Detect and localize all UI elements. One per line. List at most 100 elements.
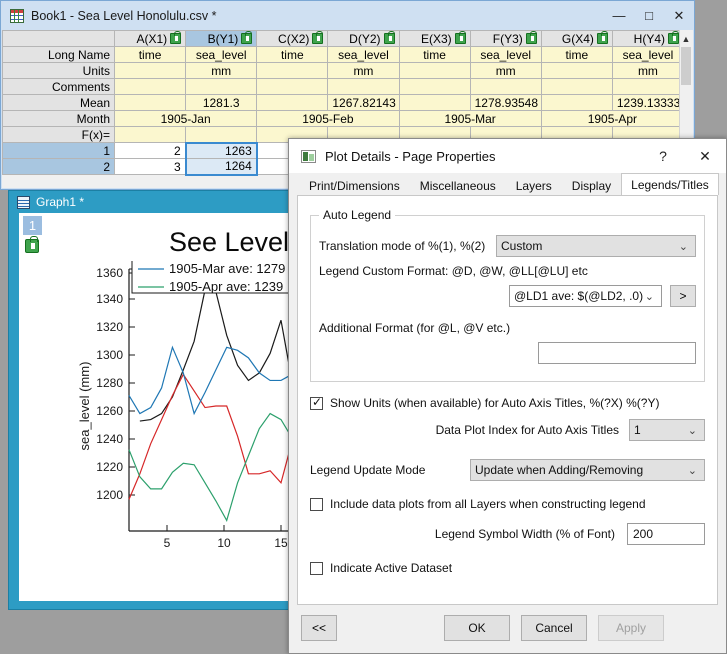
close-icon[interactable]: ✕ [684,139,726,173]
row-label-long-name[interactable]: Long Name [3,47,115,63]
cell-comments-d[interactable] [328,79,399,95]
cell-month-apr[interactable]: 1905-Apr [541,111,683,127]
cell-fx-b[interactable] [186,127,257,143]
column-header-b[interactable]: B(Y1) [186,31,257,47]
indicate-active-dataset-row[interactable]: Indicate Active Dataset [310,561,705,575]
column-header-c[interactable]: C(X2) [257,31,328,47]
cell-mean-a[interactable] [115,95,186,111]
row-number-2[interactable]: 2 [3,159,115,175]
row-label-fx[interactable]: F(x)= [3,127,115,143]
cell-r1-a[interactable]: 2 [115,143,186,159]
column-header-f[interactable]: F(Y3) [470,31,541,47]
cell-units-b[interactable]: mm [186,63,257,79]
cell-mean-b[interactable]: 1281.3 [186,95,257,111]
back-button[interactable]: << [301,615,337,641]
cell-comments-e[interactable] [399,79,470,95]
cell-comments-h[interactable] [612,79,683,95]
cancel-button[interactable]: Cancel [521,615,587,641]
include-all-layers-checkbox[interactable] [310,498,323,511]
legend-custom-format-label: Legend Custom Format: @D, @W, @LL[@LU] e… [319,264,588,278]
show-units-row[interactable]: Show Units (when available) for Auto Axi… [310,396,705,410]
cell-longname-c[interactable]: time [257,47,328,63]
legend-custom-format-combo[interactable]: @LD1 ave: $(@LD2, .0) ⌄ [509,285,662,307]
cell-month-jan[interactable]: 1905-Jan [115,111,257,127]
column-header-h[interactable]: H(Y4) [612,31,683,47]
data-series-line-2[interactable] [129,374,314,499]
show-units-label: Show Units (when available) for Auto Axi… [330,396,659,410]
cell-comments-a[interactable] [115,79,186,95]
cell-units-g[interactable] [541,63,612,79]
cell-mean-f[interactable]: 1278.93548 [470,95,541,111]
cell-units-d[interactable]: mm [328,63,399,79]
legend-update-mode-select[interactable]: Update when Adding/Removing ⌄ [470,459,705,481]
column-header-a[interactable]: A(X1) [115,31,186,47]
tab-display[interactable]: Display [562,175,621,195]
include-all-layers-row[interactable]: Include data plots from all Layers when … [310,497,705,511]
row-label-units[interactable]: Units [3,63,115,79]
cell-longname-h[interactable]: sea_level [612,47,683,63]
maximize-button[interactable]: □ [634,1,664,30]
cell-comments-g[interactable] [541,79,612,95]
cell-comments-b[interactable] [186,79,257,95]
scrollbar-thumb[interactable] [681,47,691,85]
workbook-titlebar[interactable]: Book1 - Sea Level Honolulu.csv * — □ ✕ [1,1,694,30]
svg-text:5: 5 [164,536,171,550]
cell-units-c[interactable] [257,63,328,79]
cell-units-a[interactable] [115,63,186,79]
data-series-line-3[interactable] [129,347,314,413]
cell-longname-f[interactable]: sea_level [470,47,541,63]
cell-month-feb[interactable]: 1905-Feb [257,111,399,127]
column-label: F(Y3) [493,32,523,46]
cell-mean-h[interactable]: 1239.13333 [612,95,683,111]
tab-layers[interactable]: Layers [506,175,562,195]
cell-comments-f[interactable] [470,79,541,95]
cell-comments-c[interactable] [257,79,328,95]
minimize-button[interactable]: — [604,1,634,30]
tab-miscellaneous[interactable]: Miscellaneous [410,175,506,195]
close-button[interactable]: ✕ [664,1,694,30]
cell-longname-a[interactable]: time [115,47,186,63]
ok-button[interactable]: OK [444,615,510,641]
cell-longname-e[interactable]: time [399,47,470,63]
corner-cell[interactable] [3,31,115,47]
data-plot-index-select[interactable]: 1 ⌄ [629,419,705,441]
worksheet-icon [10,9,24,23]
cell-longname-g[interactable]: time [541,47,612,63]
cell-mean-c[interactable] [257,95,328,111]
cell-fx-a[interactable] [115,127,186,143]
cell-r1-b[interactable]: 1263 [186,143,257,159]
cell-longname-b[interactable]: sea_level [186,47,257,63]
cell-mean-g[interactable] [541,95,612,111]
translation-mode-select[interactable]: Custom ⌄ [496,235,696,257]
column-header-d[interactable]: D(Y2) [328,31,399,47]
additional-format-input[interactable] [538,342,696,364]
column-header-g[interactable]: G(X4) [541,31,612,47]
column-header-row: A(X1) B(Y1) C(X2) D(Y2) E(X3) F(Y3) G(X4… [3,31,684,47]
indicate-active-dataset-checkbox[interactable] [310,562,323,575]
row-label-mean[interactable]: Mean [3,95,115,111]
help-button[interactable]: ? [642,139,684,173]
cell-mean-d[interactable]: 1267.82143 [328,95,399,111]
cell-units-h[interactable]: mm [612,63,683,79]
tab-print-dimensions[interactable]: Print/Dimensions [299,175,410,195]
plot-details-dialog[interactable]: Plot Details - Page Properties ? ✕ Print… [288,138,727,654]
cell-longname-d[interactable]: sea_level [328,47,399,63]
cell-month-mar[interactable]: 1905-Mar [399,111,541,127]
dialog-titlebar[interactable]: Plot Details - Page Properties ? ✕ [289,139,726,173]
expand-format-button[interactable]: > [670,285,696,307]
dialog-tabs[interactable]: Print/Dimensions Miscellaneous Layers Di… [289,173,726,195]
cell-units-f[interactable]: mm [470,63,541,79]
cell-r2-b[interactable]: 1264 [186,159,257,175]
show-units-checkbox[interactable] [310,397,323,410]
row-label-comments[interactable]: Comments [3,79,115,95]
row-number-1[interactable]: 1 [3,143,115,159]
legend-symbol-width-input[interactable] [627,523,705,545]
column-header-e[interactable]: E(X3) [399,31,470,47]
row-label-month[interactable]: Month [3,111,115,127]
cell-units-e[interactable] [399,63,470,79]
cell-mean-e[interactable] [399,95,470,111]
cell-r2-a[interactable]: 3 [115,159,186,175]
tab-legends-titles[interactable]: Legends/Titles [621,173,719,195]
legend-update-mode-value: Update when Adding/Removing [475,463,643,477]
scroll-up-icon[interactable]: ▲ [680,30,692,47]
